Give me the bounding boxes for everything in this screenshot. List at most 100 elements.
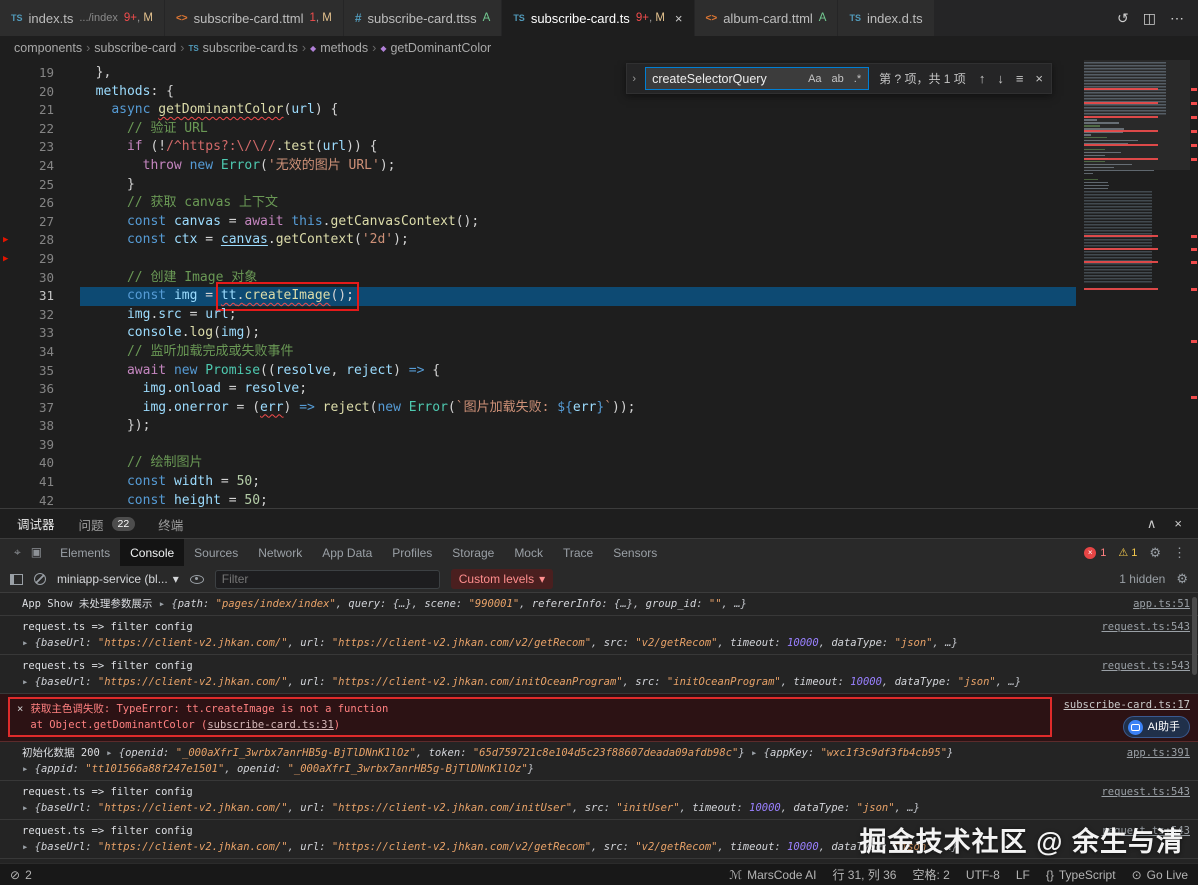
line-number[interactable]: 31 [20, 287, 54, 306]
line-content [80, 436, 1076, 455]
minimap[interactable] [1084, 60, 1190, 508]
toggle-replace-icon[interactable]: › [629, 73, 639, 85]
line-number[interactable]: 24 [20, 157, 54, 176]
devtools-tab-mock[interactable]: Mock [504, 539, 553, 566]
breadcrumb-item-subscribe-card[interactable]: subscribe-card [94, 41, 176, 55]
line-number[interactable]: 32 [20, 306, 54, 325]
line-number[interactable]: 25 [20, 176, 54, 195]
line-number[interactable]: 27 [20, 213, 54, 232]
console-output[interactable]: App Show 未处理参数展示 ▸ {path: "pages/index/i… [0, 593, 1198, 863]
console-source-link[interactable]: request.ts:543 [1101, 784, 1190, 800]
breadcrumb-item-subscribe-card.ts[interactable]: TSsubscribe-card.ts [188, 41, 297, 55]
line-number[interactable]: 23 [20, 138, 54, 157]
console-source-link[interactable]: subscribe-card.ts:17 [1064, 697, 1190, 713]
indentation[interactable]: 空格: 2 [913, 866, 950, 883]
log-levels-dropdown[interactable]: Custom levels▾ [451, 569, 553, 589]
devtools-tab-app-data[interactable]: App Data [312, 539, 382, 566]
console-prompt[interactable]: > [0, 859, 1198, 863]
line-number[interactable]: 40 [20, 454, 54, 473]
editor-tab-album-card.ttml[interactable]: <>album-card.ttmlA [695, 0, 839, 36]
devtools-tab-sources[interactable]: Sources [184, 539, 248, 566]
next-match-button[interactable]: ↓ [994, 71, 1007, 86]
overview-ruler[interactable] [1190, 60, 1198, 508]
console-source-link[interactable]: request.ts:543 [1101, 619, 1190, 635]
live-expression-icon[interactable] [190, 575, 204, 584]
breadcrumb-item-methods[interactable]: ◆methods [310, 41, 368, 55]
devtools-tab-storage[interactable]: Storage [442, 539, 504, 566]
tab-close-icon[interactable]: × [675, 11, 683, 26]
clear-console-icon[interactable] [34, 573, 46, 585]
console-source-link[interactable]: app.ts:391 [1127, 745, 1190, 761]
line-number[interactable]: 37 [20, 399, 54, 418]
split-editor-icon[interactable]: ◫ [1143, 10, 1156, 27]
execution-context-dropdown[interactable]: miniapp-service (bl...▾ [57, 572, 179, 586]
editor-tab-subscribe-card.ttml[interactable]: <>subscribe-card.ttml1, M [165, 0, 344, 36]
line-number[interactable]: 41 [20, 473, 54, 492]
more-actions-icon[interactable]: ⋯ [1170, 10, 1184, 27]
editor-tab-index.d.ts[interactable]: TSindex.d.ts [838, 0, 934, 36]
language-mode[interactable]: {}TypeScript [1046, 868, 1116, 882]
console-source-link[interactable]: app.ts:51 [1133, 596, 1190, 612]
find-input[interactable] [652, 72, 800, 86]
line-content: const height = 50; [80, 492, 1076, 508]
marscode-ai[interactable]: ℳMarsCode AI [729, 868, 816, 882]
eol[interactable]: LF [1016, 868, 1030, 882]
regex-toggle[interactable]: .* [851, 72, 864, 86]
devtools-error-badge[interactable]: ×1 [1084, 547, 1106, 559]
history-icon[interactable]: ↺ [1117, 10, 1129, 27]
device-toolbar-icon[interactable]: ▣ [31, 545, 42, 560]
find-in-selection-button[interactable]: ≡ [1013, 71, 1027, 86]
editor-tab-subscribe-card.ttss[interactable]: #subscribe-card.ttssA [344, 0, 502, 36]
whole-word-toggle[interactable]: ab [829, 72, 847, 86]
devtools-warning-badge[interactable]: ⚠1 [1118, 546, 1137, 559]
line-number[interactable]: 42 [20, 492, 54, 508]
breadcrumb-item-getDominantColor[interactable]: ◆getDominantColor [380, 41, 491, 55]
devtools-settings-icon[interactable]: ⚙ [1149, 545, 1161, 561]
line-number[interactable]: 21 [20, 101, 54, 120]
maximize-panel-icon[interactable]: ∧ [1147, 516, 1157, 532]
match-case-toggle[interactable]: Aa [805, 72, 824, 86]
line-number[interactable]: 29 [20, 250, 54, 269]
console-filter-input[interactable] [215, 570, 440, 589]
devtools-tab-console[interactable]: Console [120, 539, 184, 566]
minimap-viewport [1084, 60, 1190, 170]
console-sidebar-icon[interactable] [10, 574, 23, 585]
cursor-position[interactable]: 行 31, 列 36 [832, 866, 896, 883]
code-editor[interactable]: 19 },20 methods: {21 async getDominantCo… [0, 60, 1198, 508]
devtools-tab-profiles[interactable]: Profiles [382, 539, 442, 566]
line-number[interactable]: 22 [20, 120, 54, 139]
console-source-link[interactable]: request.ts:543 [1101, 658, 1190, 674]
line-number[interactable]: 30 [20, 269, 54, 288]
go-live[interactable]: ⊙Go Live [1132, 868, 1188, 882]
line-number[interactable]: 38 [20, 417, 54, 436]
console-settings-icon[interactable]: ⚙ [1176, 571, 1188, 587]
devtools-tab-sensors[interactable]: Sensors [603, 539, 667, 566]
devtools-tab-elements[interactable]: Elements [50, 539, 120, 566]
line-number[interactable]: 36 [20, 380, 54, 399]
editor-tab-index.ts[interactable]: TSindex.ts.../index9+, M [0, 0, 165, 36]
ai-assistant-button[interactable]: AI助手 [1123, 716, 1190, 738]
devtools-more-icon[interactable]: ⋮ [1173, 545, 1186, 561]
line-number[interactable]: 28 [20, 231, 54, 250]
line-number[interactable]: 20 [20, 83, 54, 102]
line-number[interactable]: 33 [20, 324, 54, 343]
encoding[interactable]: UTF-8 [966, 868, 1000, 882]
previous-match-button[interactable]: ↑ [976, 71, 989, 86]
close-panel-icon[interactable]: × [1174, 516, 1182, 532]
line-number[interactable]: 34 [20, 343, 54, 362]
line-number[interactable]: 26 [20, 194, 54, 213]
console-scrollbar[interactable] [1192, 597, 1197, 675]
line-number[interactable]: 35 [20, 362, 54, 381]
close-search-button[interactable]: × [1032, 71, 1046, 86]
devtools-tab-network[interactable]: Network [248, 539, 312, 566]
inspect-icon[interactable]: ⌖ [14, 545, 21, 560]
panel-tab-终端[interactable]: 终端 [157, 509, 184, 538]
breadcrumb-item-components[interactable]: components [14, 41, 82, 55]
panel-tab-调试器[interactable]: 调试器 [16, 509, 56, 538]
line-number[interactable]: 19 [20, 64, 54, 83]
panel-tab-问题[interactable]: 问题22 [78, 509, 136, 538]
problems-indicator[interactable]: ⊘2 [10, 868, 32, 882]
line-number[interactable]: 39 [20, 436, 54, 455]
devtools-tab-trace[interactable]: Trace [553, 539, 603, 566]
editor-tab-subscribe-card.ts[interactable]: TSsubscribe-card.ts9+, M× [502, 0, 694, 36]
